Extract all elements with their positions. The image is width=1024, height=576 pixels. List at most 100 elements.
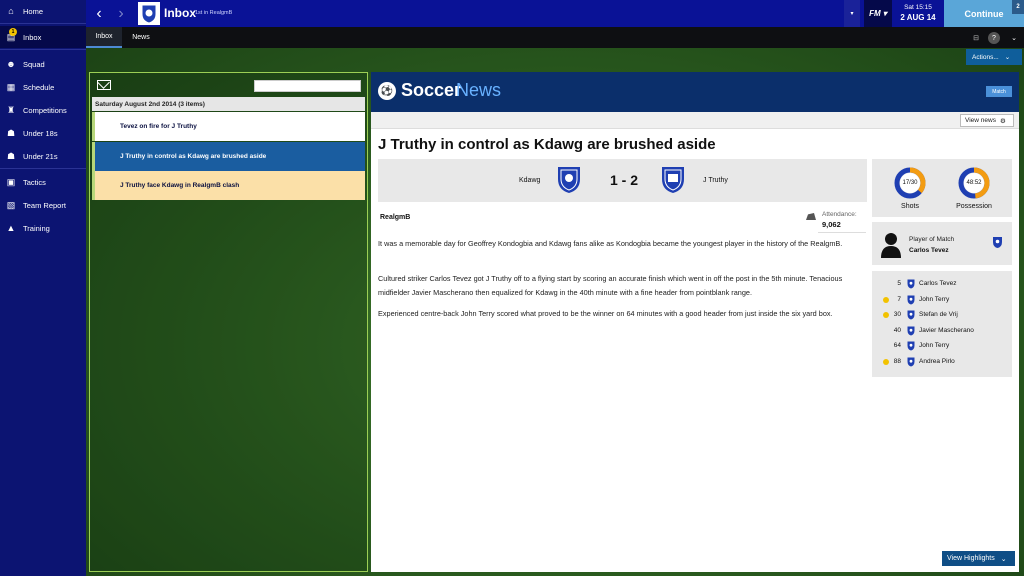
goal-row[interactable]: 5 Carlos Tevez <box>880 278 1010 290</box>
team-crest-icon <box>907 310 915 320</box>
view-news-button[interactable]: View news ⚙ <box>960 114 1014 127</box>
unread-badge: 1 <box>9 28 17 36</box>
article-headline: J Truthy in control as Kdawg are brushed… <box>378 136 716 153</box>
view-news-label: View news <box>965 117 996 124</box>
help-icon[interactable]: ? <box>988 32 1000 44</box>
message-item[interactable]: Tevez on fire for J Truthy <box>92 112 365 141</box>
envelope-icon[interactable] <box>97 80 111 90</box>
away-team-name[interactable]: J Truthy <box>703 177 728 184</box>
team-crest-icon <box>907 279 915 289</box>
chevron-left-icon: ‹ <box>96 4 102 22</box>
team-crest-icon <box>907 295 915 304</box>
divider <box>0 23 86 24</box>
chevron-down-icon[interactable]: ⌄ <box>1008 32 1020 44</box>
home-team-name[interactable]: Kdawg <box>519 177 540 184</box>
article-paragraph: Experienced centre-back John Terry score… <box>378 309 833 318</box>
sidebar-item-label: Tactics <box>23 177 46 187</box>
player-silhouette-icon[interactable] <box>880 231 902 258</box>
chevron-down-icon: ⌄ <box>1004 54 1011 61</box>
tab-inbox[interactable]: Inbox <box>86 27 122 48</box>
under21-icon: ☗ <box>6 150 16 161</box>
article-paragraph: Cultured striker Carlos Tevez got J Trut… <box>378 274 843 297</box>
window-icon[interactable]: ⊟ <box>970 32 982 44</box>
goal-scorer: Stefan de Vrij <box>919 311 958 318</box>
goal-row[interactable]: 64 John Terry <box>880 340 1010 352</box>
away-team-crest-icon[interactable] <box>660 165 686 195</box>
goal-scorer: John Terry <box>919 342 950 349</box>
goal-minute: 7 <box>897 295 901 303</box>
goal-marker-icon <box>883 312 889 318</box>
page-title: Inbox <box>164 6 196 20</box>
squad-icon: ☻ <box>6 59 16 69</box>
sub-tab-bar: Inbox News ⊟ ? ⌄ <box>86 27 1024 48</box>
actions-button[interactable]: Actions... ⌄ <box>966 49 1022 65</box>
settings-icon: ⚙ <box>999 117 1006 125</box>
sidebar-item-under-18s[interactable]: ☗ Under 18s <box>0 122 86 144</box>
goal-marker-icon <box>883 281 889 287</box>
current-date: 2 AUG 14 <box>900 13 936 22</box>
sidebar-item-label: Under 18s <box>23 128 58 138</box>
sidebar-item-inbox[interactable]: ▤ 1 Inbox <box>0 26 86 48</box>
sidebar-item-competitions[interactable]: ♜ Competitions <box>0 99 86 121</box>
sidebar-item-label: Inbox <box>23 32 42 42</box>
sidebar-item-label: Team Report <box>23 200 66 210</box>
search-input[interactable] <box>254 80 361 92</box>
goal-row[interactable]: 40 Javier Mascherano <box>880 325 1010 337</box>
sidebar-item-schedule[interactable]: ▦ Schedule <box>0 76 86 98</box>
calendar-icon: ▦ <box>6 81 16 92</box>
goal-marker-icon <box>883 328 889 334</box>
forward-button[interactable]: › <box>110 0 132 27</box>
day-time: Sat 15:15 <box>904 4 932 11</box>
sidebar-item-team-report[interactable]: ▧ Team Report <box>0 194 86 216</box>
divider <box>818 232 866 233</box>
fm-menu-button[interactable]: FM ▾ <box>864 0 892 27</box>
chevron-down-icon: ▾ <box>850 11 854 17</box>
divider <box>0 49 86 50</box>
main-sidebar: ⌂ Home ▤ 1 Inbox ☻ Squad ▦ Schedule ♜ Co… <box>0 0 86 576</box>
sidebar-item-label: Home <box>23 6 44 16</box>
goal-row[interactable]: 7 John Terry <box>880 294 1010 306</box>
goal-scorer: Carlos Tevez <box>919 280 957 287</box>
match-score: 1 - 2 <box>610 172 639 188</box>
highlights-label: View Highlights <box>947 555 995 562</box>
menu-dropdown-button[interactable]: ▾ <box>844 0 860 27</box>
goal-minute: 30 <box>893 311 901 318</box>
message-item-selected[interactable]: J Truthy in control as Kdawg are brushed… <box>92 142 365 171</box>
article-toolbar <box>371 112 1019 129</box>
top-bar: ‹ › Inbox 1st in RealgmB ▾ FM ▾ Sat 15:1… <box>86 0 1024 27</box>
sidebar-item-home[interactable]: ⌂ Home <box>0 0 86 22</box>
goal-minute: 64 <box>893 342 901 349</box>
goal-row[interactable]: 88 Andrea Pirlo <box>880 356 1010 368</box>
article-source: RealgmB <box>380 214 411 221</box>
sidebar-item-under-21s[interactable]: ☗ Under 21s <box>0 145 86 167</box>
chevron-right-icon: › <box>118 4 124 22</box>
home-team-crest-icon[interactable] <box>556 165 582 195</box>
goal-scorer: John Terry <box>919 295 950 303</box>
league-position: 1st in RealgmB <box>195 10 233 16</box>
team-crest-icon <box>907 341 915 351</box>
possession-label: Possession <box>956 203 992 210</box>
sidebar-item-label: Schedule <box>23 82 55 92</box>
chevron-down-icon: ⌄ <box>1000 555 1007 563</box>
goal-row[interactable]: 30 Stefan de Vrij <box>880 309 1010 321</box>
message-item[interactable]: J Truthy face Kdawg in RealgmB clash <box>92 171 365 200</box>
chevron-down-icon: ▾ <box>882 9 887 18</box>
attendance-label: Attendance: <box>822 211 857 218</box>
potm-label: Player of Match <box>909 236 955 243</box>
shots-value: 17/30 <box>902 180 918 186</box>
attendance-value: 9,062 <box>822 220 841 229</box>
sidebar-item-squad[interactable]: ☻ Squad <box>0 53 86 75</box>
sidebar-item-training[interactable]: ▲ Training <box>0 217 86 239</box>
tab-news[interactable]: News <box>123 27 159 48</box>
team-crest-icon <box>907 357 915 366</box>
date-group-header[interactable]: Saturday August 2nd 2014 (3 items) <box>92 97 365 111</box>
back-button[interactable]: ‹ <box>88 0 110 27</box>
potm-player-name[interactable]: Carlos Tevez <box>909 247 949 254</box>
view-highlights-button[interactable]: View Highlights ⌄ <box>942 551 1015 566</box>
news-brand: Soccer <box>401 80 462 100</box>
goal-minute: 88 <box>893 357 901 365</box>
sidebar-item-tactics[interactable]: ▣ Tactics <box>0 171 86 193</box>
trophy-icon: ♜ <box>6 104 16 115</box>
continue-count-badge: 2 <box>1012 0 1024 14</box>
category-tag: Match <box>986 86 1012 97</box>
